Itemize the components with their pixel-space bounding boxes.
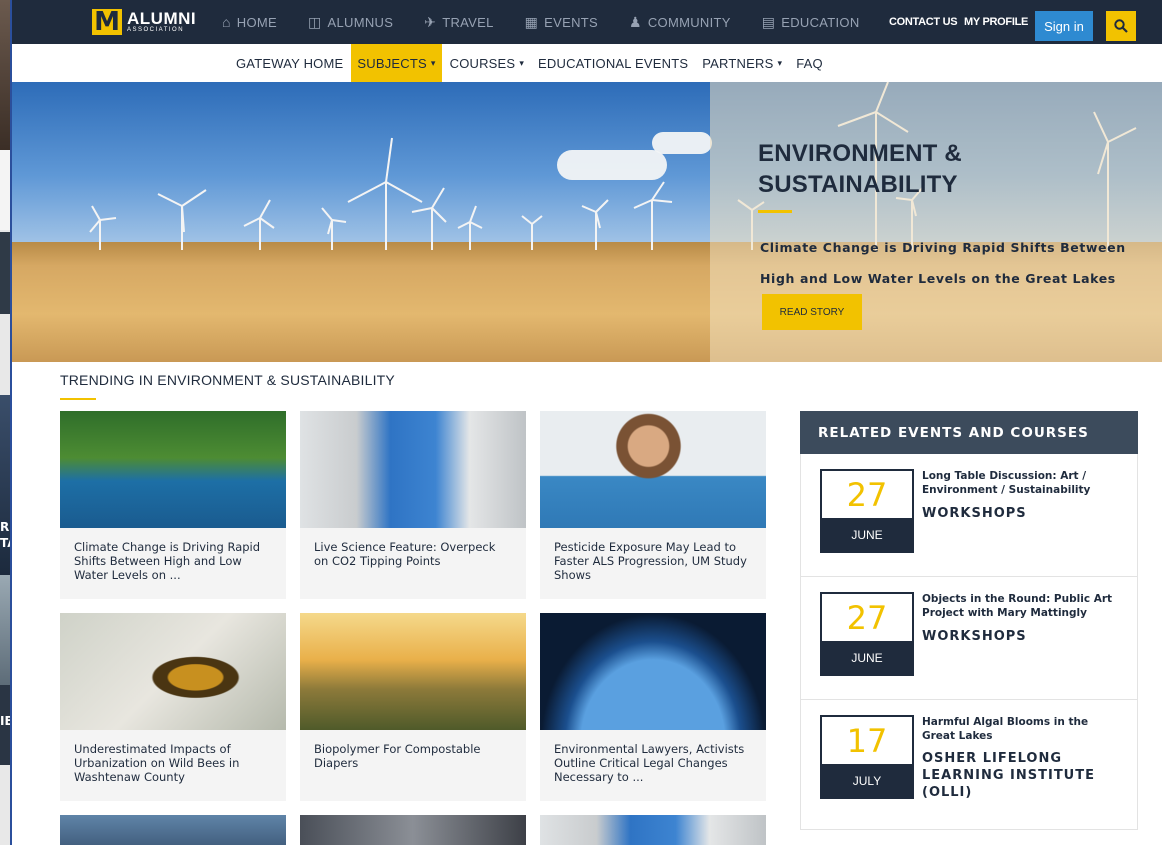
event-item[interactable]: 17 JULY Harmful Algal Blooms in the Grea… xyxy=(800,700,1138,830)
subnav-label: SUBJECTS xyxy=(357,55,427,71)
article-card[interactable]: Climate Change is Driving Rapid Shifts B… xyxy=(60,411,286,599)
subnav-faq[interactable]: FAQ xyxy=(790,44,829,82)
caret-down-icon: ▾ xyxy=(430,57,436,68)
search-button[interactable] xyxy=(1106,11,1136,41)
caret-down-icon: ▾ xyxy=(519,57,525,68)
trending-section-title: TRENDING IN ENVIRONMENT & SUSTAINABILITY xyxy=(60,372,395,388)
event-title[interactable]: Objects in the Round: Public Art Project… xyxy=(922,592,1122,620)
calendar-icon: ▦ xyxy=(524,13,539,30)
nav-home[interactable]: ⌂ HOME xyxy=(222,14,277,30)
search-icon xyxy=(1114,19,1128,33)
nav-travel[interactable]: ✈ TRAVEL xyxy=(424,14,493,31)
event-item[interactable]: 27 JUNE Long Table Discussion: Art / Env… xyxy=(800,454,1138,577)
article-thumbnail-bee xyxy=(60,613,286,730)
article-card[interactable] xyxy=(540,815,766,845)
hero-title: ENVIRONMENT & SUSTAINABILITY xyxy=(758,140,962,198)
nav-label: EDUCATION xyxy=(781,14,860,30)
event-title[interactable]: Harmful Algal Blooms in the Great Lakes xyxy=(922,715,1122,743)
book-icon: ◫ xyxy=(307,13,322,30)
article-title: Environmental Lawyers, Activists Outline… xyxy=(554,742,745,784)
event-month: JUNE xyxy=(822,641,912,674)
hero-story-headline[interactable]: Climate Change is Driving Rapid Shifts B… xyxy=(760,232,1140,294)
article-thumbnail xyxy=(300,815,526,845)
article-card[interactable]: Underestimated Impacts of Urbanization o… xyxy=(60,613,286,801)
nav-label: EVENTS xyxy=(544,14,598,30)
nav-label: HOME xyxy=(236,14,277,30)
sub-nav-bar: GATEWAY HOME SUBJECTS ▾ COURSES ▾ EDUCATIO… xyxy=(12,44,1162,82)
subnav-label: EDUCATIONAL EVENTS xyxy=(538,55,689,71)
article-card[interactable]: Live Science Feature: Overpeck on CO2 Ti… xyxy=(300,411,526,599)
article-thumbnail-cooling-towers xyxy=(300,411,526,528)
article-title: Pesticide Exposure May Lead to Faster AL… xyxy=(554,540,747,582)
subnav-label: PARTNERS xyxy=(702,55,774,71)
main-nav: ⌂ HOME ◫ ALUMNUS ✈ TRAVEL ▦ EVENTS ♟ COM… xyxy=(222,0,891,44)
event-day: 17 xyxy=(846,721,888,760)
nav-label: COMMUNITY xyxy=(647,14,731,30)
subnav-subjects[interactable]: SUBJECTS ▾ xyxy=(351,44,442,82)
home-icon: ⌂ xyxy=(222,14,231,30)
event-category: WORKSHOPS xyxy=(922,506,1027,521)
block-m-logo: M xyxy=(92,9,122,35)
subnav-label: COURSES xyxy=(449,55,516,71)
event-date: 27 JUNE xyxy=(820,469,914,553)
nav-events[interactable]: ▦ EVENTS xyxy=(525,14,598,31)
subnav-educational-events[interactable]: EDUCATIONAL EVENTS xyxy=(532,44,694,82)
nav-community[interactable]: ♟ COMMUNITY xyxy=(629,14,731,31)
article-card[interactable] xyxy=(300,815,526,845)
trending-title-underline xyxy=(60,398,96,400)
plane-icon: ✈ xyxy=(424,13,437,30)
article-card[interactable]: Pesticide Exposure May Lead to Faster AL… xyxy=(540,411,766,599)
article-thumbnail-wind-turbine-sunset xyxy=(300,613,526,730)
article-title: Underestimated Impacts of Urbanization o… xyxy=(74,742,240,784)
article-thumbnail xyxy=(540,815,766,845)
subnav-gateway-home[interactable]: GATEWAY HOME xyxy=(230,44,349,82)
browser-page: M ALUMNI ASSOCIATION ⌂ HOME ◫ ALUMNUS ✈ … xyxy=(10,0,1162,845)
event-category: WORKSHOPS xyxy=(922,629,1027,644)
subnav-label: FAQ xyxy=(796,55,823,71)
caret-down-icon: ▾ xyxy=(777,57,783,68)
nav-education[interactable]: ▤ EDUCATION xyxy=(762,14,860,31)
related-events-title: RELATED EVENTS AND COURSES xyxy=(800,411,1138,454)
event-month: JULY xyxy=(822,764,912,797)
article-title: Live Science Feature: Overpeck on CO2 Ti… xyxy=(314,540,496,568)
top-nav-bar: M ALUMNI ASSOCIATION ⌂ HOME ◫ ALUMNUS ✈ … xyxy=(12,0,1162,44)
article-card[interactable]: Environmental Lawyers, Activists Outline… xyxy=(540,613,766,801)
subnav-label: GATEWAY HOME xyxy=(236,55,344,71)
subnav-courses[interactable]: COURSES ▾ xyxy=(444,44,530,82)
article-title: Biopolymer For Compostable Diapers xyxy=(314,742,481,770)
article-thumbnail-doctor xyxy=(540,411,766,528)
event-date: 27 JUNE xyxy=(820,592,914,676)
read-story-button[interactable]: READ STORY xyxy=(762,294,862,330)
article-card[interactable] xyxy=(60,815,286,845)
hero-banner: ENVIRONMENT & SUSTAINABILITY Climate Cha… xyxy=(12,82,1162,362)
nav-label: TRAVEL xyxy=(442,14,494,30)
related-events-panel: RELATED EVENTS AND COURSES 27 JUNE Long … xyxy=(800,411,1138,830)
article-title: Climate Change is Driving Rapid Shifts B… xyxy=(74,540,261,582)
event-item[interactable]: 27 JUNE Objects in the Round: Public Art… xyxy=(800,577,1138,700)
article-thumbnail-earth-from-space xyxy=(540,613,766,730)
event-category: OSHER LIFELONG LEARNING INSTITUTE (OLLI) xyxy=(922,751,1095,800)
hero-title-underline xyxy=(758,210,792,213)
logo-subtitle: ASSOCIATION xyxy=(127,26,185,33)
my-profile-link[interactable]: MY PROFILE xyxy=(964,0,1028,44)
people-icon: ♟ xyxy=(628,13,642,30)
building-icon: ▤ xyxy=(761,13,776,30)
article-thumbnail-river-forest xyxy=(60,411,286,528)
nav-alumnus[interactable]: ◫ ALUMNUS xyxy=(308,14,393,31)
article-card[interactable]: Biopolymer For Compostable Diapers xyxy=(300,613,526,801)
contact-us-link[interactable]: CONTACT US xyxy=(889,0,958,44)
event-day: 27 xyxy=(846,475,888,514)
background-text: R xyxy=(0,520,10,534)
event-month: JUNE xyxy=(822,518,912,551)
nav-label: ALUMNUS xyxy=(327,14,394,30)
sign-in-button[interactable]: Sign in xyxy=(1035,11,1093,41)
logo-name: ALUMNI xyxy=(127,8,197,28)
subnav-partners[interactable]: PARTNERS ▾ xyxy=(696,44,788,82)
event-day: 27 xyxy=(846,598,888,637)
alumni-logo[interactable]: M ALUMNI ASSOCIATION xyxy=(92,9,196,35)
article-thumbnail xyxy=(60,815,286,845)
event-title[interactable]: Long Table Discussion: Art / Environment… xyxy=(922,469,1122,497)
event-date: 17 JULY xyxy=(820,715,914,799)
